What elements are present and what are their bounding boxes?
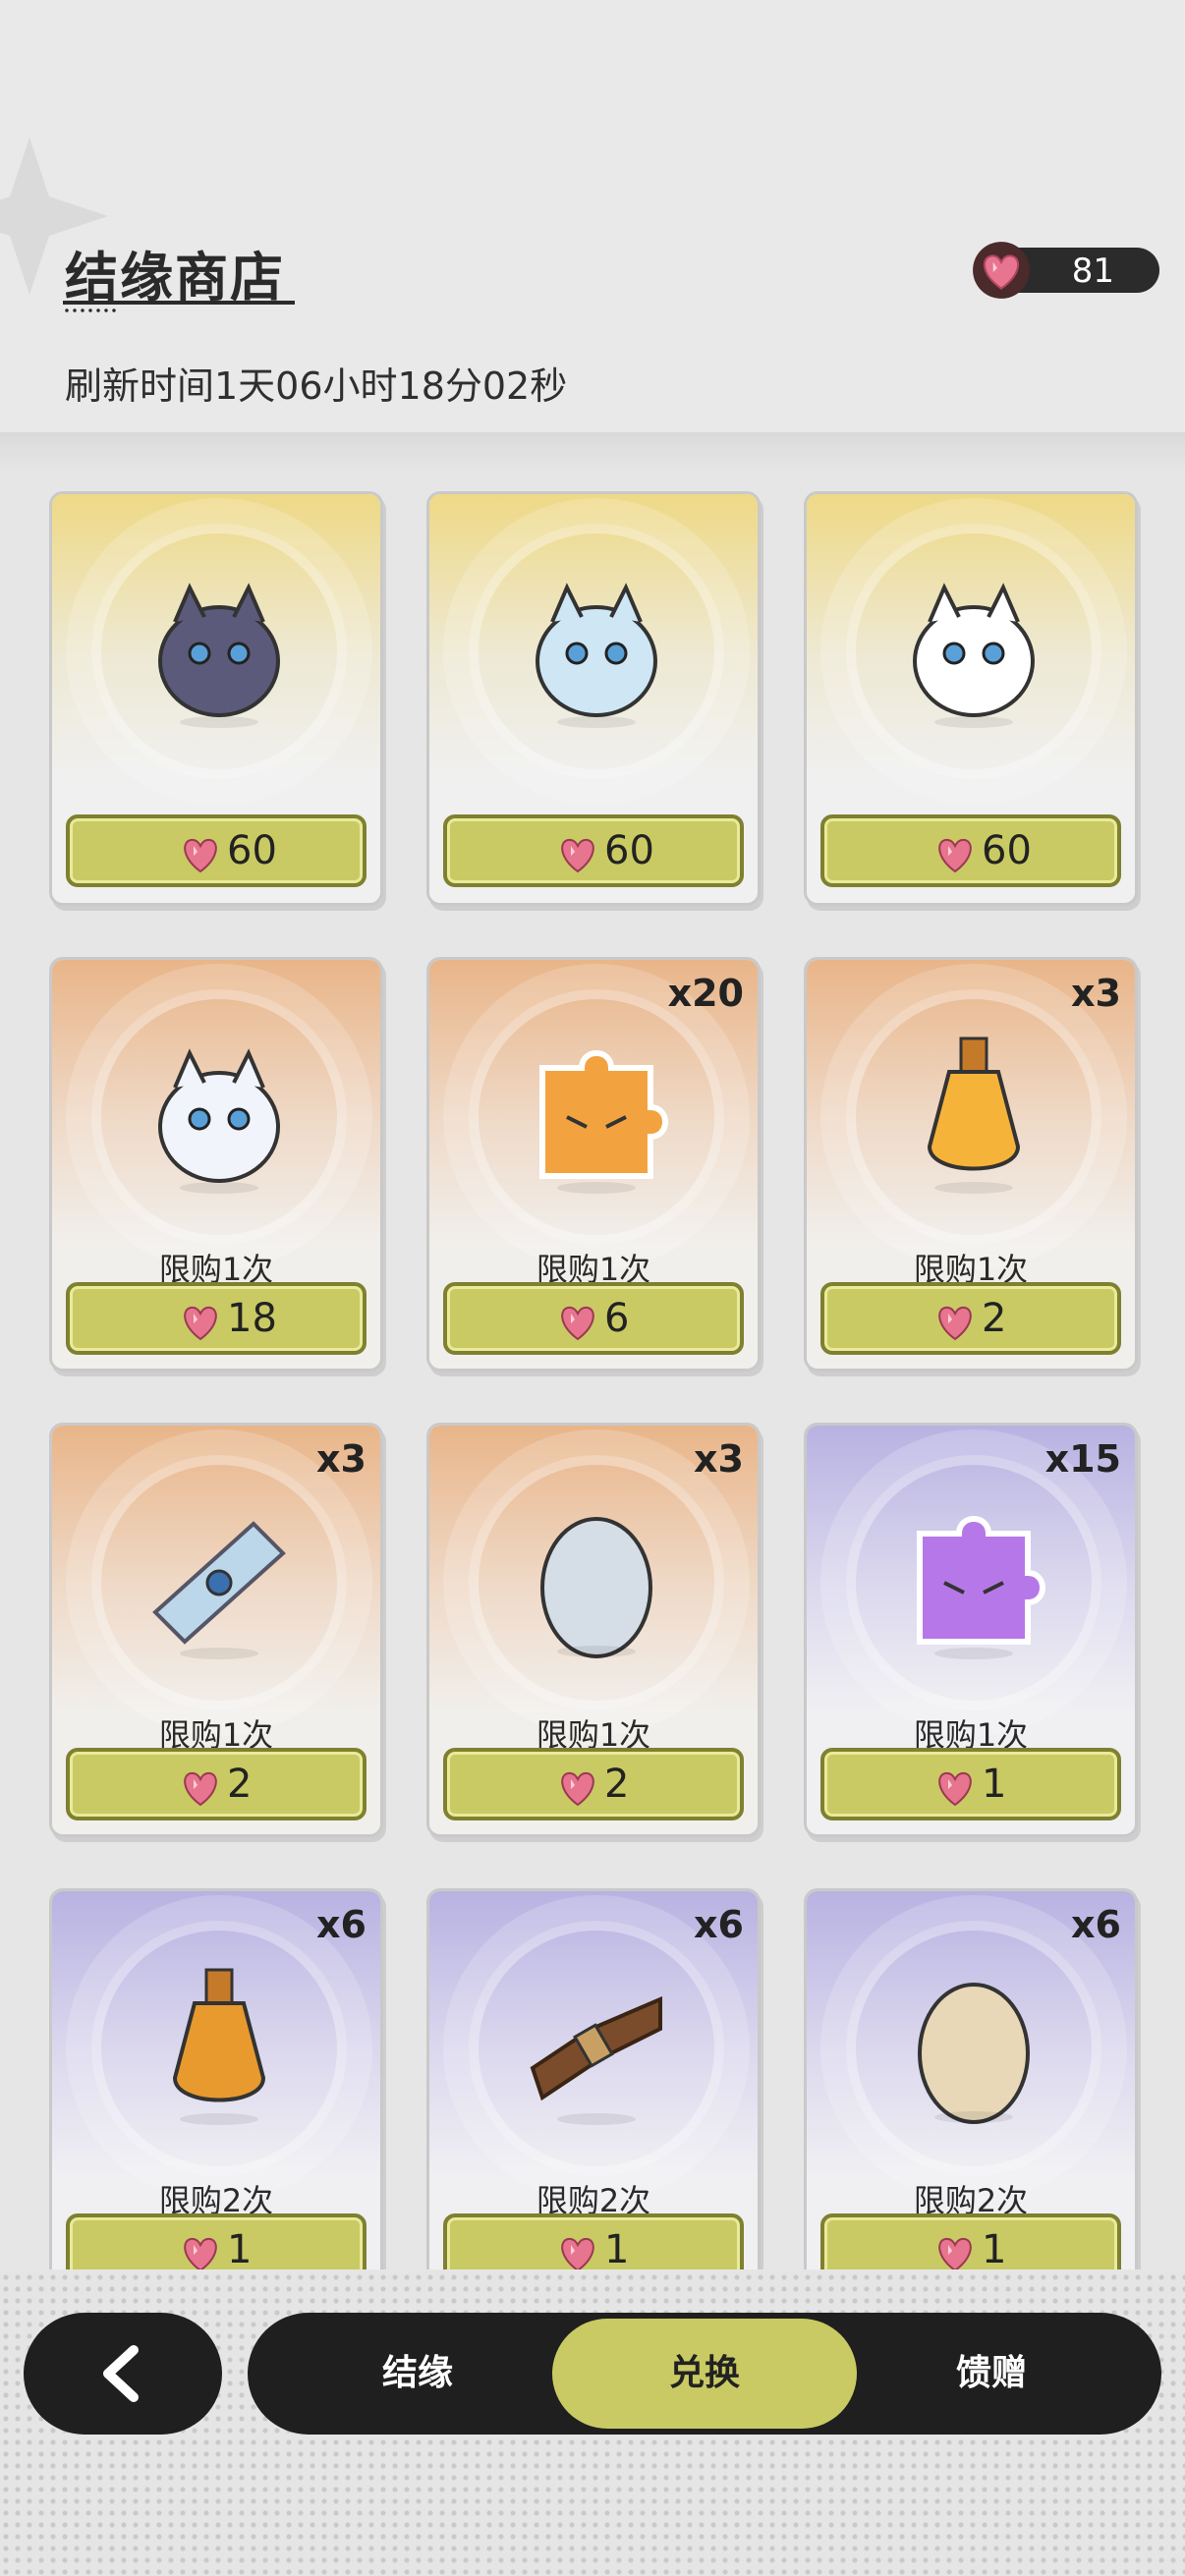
title-underline	[63, 301, 295, 305]
back-chevron-icon	[103, 2345, 139, 2402]
heart-gem-icon	[184, 838, 217, 873]
buy-button[interactable]: 2	[443, 1748, 744, 1820]
tab-exchange[interactable]: 兑换	[552, 2319, 857, 2429]
heart-gem-icon	[938, 838, 972, 873]
price-value: 60	[982, 828, 1032, 873]
heart-gem-icon	[561, 1771, 594, 1807]
item-quantity: x6	[1071, 1903, 1121, 1946]
orange-potion-bottle-icon	[890, 1029, 1057, 1196]
shop-item-card[interactable]: x6 限购2次 1	[49, 1888, 383, 2269]
plain-egg-icon	[890, 1960, 1057, 2127]
dark-cat-pet-icon	[136, 563, 303, 730]
shop-header: 结缘商店 刷新时间1天06小时18分02秒 81	[0, 0, 1185, 452]
shop-grid: 60 60 60 限购1次 18 x20 限购1次 6 x3 限购1次 2 x3 限购1次 2 x3 限购1次…	[0, 491, 1185, 2269]
currency-balance[interactable]: 81	[973, 242, 1159, 299]
price-value: 60	[604, 828, 654, 873]
shop-item-card[interactable]: x3 限购1次 2	[804, 957, 1138, 1372]
buy-button[interactable]: 1	[443, 2213, 744, 2269]
price-value: 2	[982, 1296, 1007, 1341]
item-quantity: x6	[316, 1903, 367, 1946]
refresh-timer: 刷新时间1天06小时18分02秒	[65, 364, 568, 408]
shop-item-card[interactable]: x15 限购1次 1	[804, 1423, 1138, 1837]
price-value: 1	[982, 1762, 1007, 1807]
orange-tiger-puzzle-icon	[513, 1029, 680, 1196]
amber-potion-icon	[136, 1960, 303, 2127]
currency-value: 81	[1071, 252, 1114, 291]
shop-item-card[interactable]: 60	[49, 491, 383, 906]
tab-bond[interactable]: 结缘	[265, 2319, 570, 2429]
winged-white-pet-icon	[513, 563, 680, 730]
item-quantity: x3	[694, 1437, 744, 1481]
item-quantity: x3	[316, 1437, 367, 1481]
shop-item-card[interactable]: 限购1次 18	[49, 957, 383, 1372]
shop-item-card[interactable]: x20 限购1次 6	[426, 957, 761, 1372]
buy-button[interactable]: 60	[443, 814, 744, 887]
shop-item-card[interactable]: x6 限购2次 1	[804, 1888, 1138, 2269]
panda-pet-icon	[890, 563, 1057, 730]
item-quantity: x3	[1071, 972, 1121, 1015]
heart-gem-icon	[938, 1306, 972, 1341]
buy-button[interactable]: 1	[66, 2213, 367, 2269]
item-quantity: x6	[694, 1903, 744, 1946]
heart-gem-icon	[561, 2237, 594, 2269]
purple-tiger-puzzle-icon	[890, 1494, 1057, 1661]
price-value: 1	[227, 2227, 253, 2269]
heart-gem-icon	[561, 1306, 594, 1341]
shop-item-card[interactable]: x6 限购2次 1	[426, 1888, 761, 2269]
heart-gem-icon	[184, 1306, 217, 1341]
price-value: 1	[982, 2227, 1007, 2269]
price-value: 2	[227, 1762, 253, 1807]
shop-item-card[interactable]: x3 限购1次 2	[426, 1423, 761, 1837]
buy-button[interactable]: 2	[820, 1282, 1121, 1355]
heart-gem-icon	[938, 1771, 972, 1807]
tab-gift[interactable]: 馈赠	[839, 2319, 1144, 2429]
heart-gem-icon	[184, 2237, 217, 2269]
shop-item-card[interactable]: 60	[426, 491, 761, 906]
buy-button[interactable]: 1	[820, 1748, 1121, 1820]
heart-gem-icon	[184, 1771, 217, 1807]
buy-button[interactable]: 18	[66, 1282, 367, 1355]
item-quantity: x20	[667, 972, 744, 1015]
shop-item-card[interactable]: 60	[804, 491, 1138, 906]
rope-bundle-icon	[513, 1960, 680, 2127]
buy-button[interactable]: 60	[66, 814, 367, 887]
heart-gem-icon	[561, 838, 594, 873]
silver-egg-icon	[513, 1494, 680, 1661]
price-value: 6	[604, 1296, 630, 1341]
price-value: 60	[227, 828, 277, 873]
shop-item-card[interactable]: x3 限购1次 2	[49, 1423, 383, 1837]
buy-button[interactable]: 6	[443, 1282, 744, 1355]
price-value: 18	[227, 1296, 277, 1341]
heart-gem-icon	[973, 242, 1030, 299]
heart-gem-icon	[938, 2237, 972, 2269]
title-dots	[63, 308, 118, 312]
price-value: 2	[604, 1762, 630, 1807]
blue-scroll-icon	[136, 1494, 303, 1661]
item-quantity: x15	[1044, 1437, 1121, 1481]
header-shadow	[0, 432, 1185, 472]
buy-button[interactable]: 60	[820, 814, 1121, 887]
price-value: 1	[604, 2227, 630, 2269]
ghost-unicorn-pet-icon	[136, 1029, 303, 1196]
back-button[interactable]	[24, 2313, 222, 2435]
buy-button[interactable]: 1	[820, 2213, 1121, 2269]
bottom-tab-bar: 结缘 兑换 馈赠	[248, 2313, 1161, 2435]
buy-button[interactable]: 2	[66, 1748, 367, 1820]
